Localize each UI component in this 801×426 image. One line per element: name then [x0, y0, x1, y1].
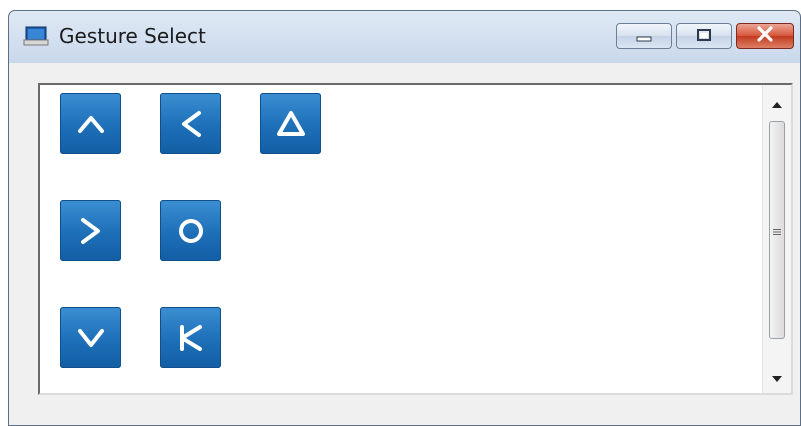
up-arrow-icon — [73, 106, 109, 142]
gesture-circle-button[interactable] — [160, 200, 221, 261]
scroll-thumb[interactable] — [769, 121, 785, 339]
gesture-right-button[interactable] — [60, 200, 121, 261]
left-arrow-icon — [173, 106, 209, 142]
scroll-up-arrow-icon — [772, 93, 782, 112]
gesture-grid — [60, 93, 760, 383]
caption-buttons — [616, 23, 794, 49]
restore-icon — [696, 27, 712, 46]
app-monitor-icon — [23, 25, 49, 47]
triangle-icon — [273, 106, 309, 142]
gesture-down-button[interactable] — [60, 307, 121, 368]
close-button[interactable] — [736, 23, 794, 49]
circle-icon — [173, 213, 209, 249]
gesture-select-window: Gesture Select — [8, 10, 801, 426]
gesture-list-panel — [38, 83, 793, 395]
title-bar[interactable]: Gesture Select — [9, 11, 800, 63]
gesture-up-button[interactable] — [60, 93, 121, 154]
window-title: Gesture Select — [59, 24, 206, 48]
gesture-bowtie-button[interactable] — [160, 307, 221, 368]
bowtie-icon — [173, 320, 209, 356]
minimize-button[interactable] — [616, 23, 672, 49]
scroll-up-button[interactable] — [763, 89, 791, 115]
vertical-scrollbar[interactable] — [762, 85, 791, 393]
scroll-down-arrow-icon — [772, 367, 782, 386]
grip-icon — [773, 221, 781, 240]
close-icon — [756, 26, 774, 46]
restore-button[interactable] — [676, 23, 732, 49]
down-arrow-icon — [73, 320, 109, 356]
right-arrow-icon — [73, 213, 109, 249]
gesture-left-button[interactable] — [160, 93, 221, 154]
scroll-down-button[interactable] — [763, 363, 791, 389]
minimize-icon — [636, 27, 652, 46]
gesture-triangle-button[interactable] — [260, 93, 321, 154]
